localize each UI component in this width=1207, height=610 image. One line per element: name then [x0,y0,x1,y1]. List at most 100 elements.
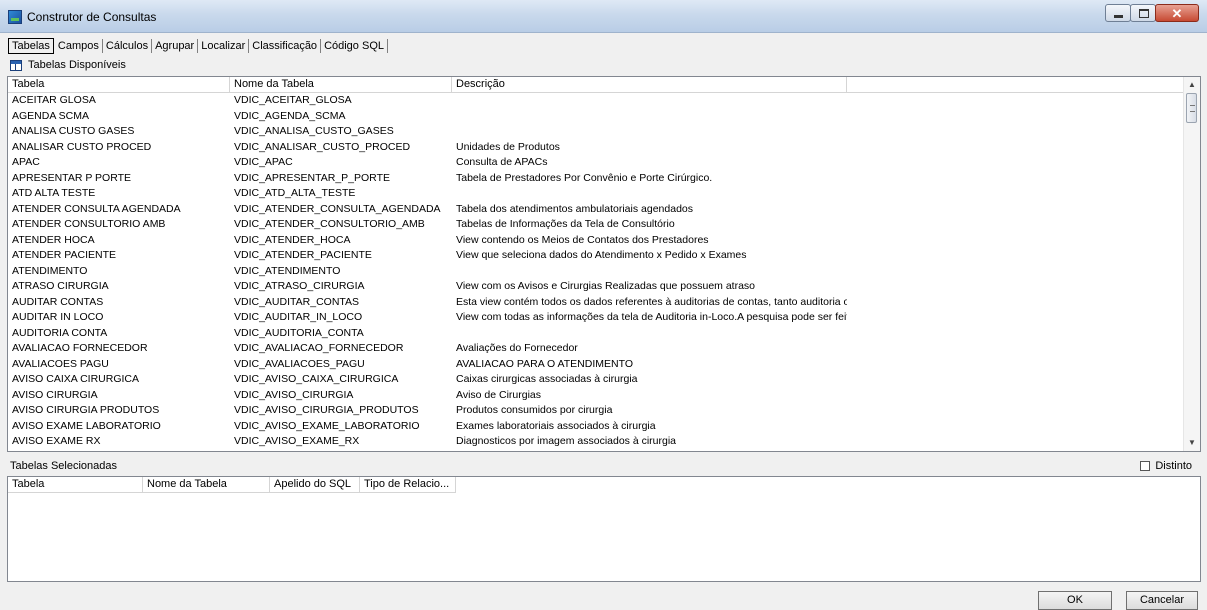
cell-tabela: AVALIACOES PAGU [12,357,109,370]
table-row[interactable]: AGENDA SCMA VDIC_AGENDA_SCMA [8,109,1184,125]
minimize-button[interactable] [1105,4,1131,22]
tab-classificacao[interactable]: Classificação [249,39,322,53]
table-row[interactable]: AVISO CAIXA CIRURGICA VDIC_AVISO_CAIXA_CI… [8,372,1184,388]
table-row[interactable]: AVISO EXAME RX VDIC_AVISO_EXAME_RX Diagnos… [8,434,1184,450]
table-row[interactable]: AVISO CIRURGIA VDIC_AVISO_CIRURGIA Aviso d… [8,388,1184,404]
cell-tabela: AUDITORIA CONTA [12,326,108,339]
cell-descricao [452,186,847,202]
table-row[interactable]: AVISO CIRURGIA PRODUTOS VDIC_AVISO_CIRURG… [8,403,1184,419]
cell-nome-da-tabela: VDIC_AUDITORIA_CONTA [234,326,364,339]
table-grid-icon [10,59,22,71]
cell-descricao: Produtos consumidos por cirurgia [456,404,613,416]
tab-campos[interactable]: Campos [55,39,103,53]
distinct-option[interactable]: Distinto [1140,460,1192,472]
table-row[interactable]: AVALIACOES PAGU VDIC_AVALIACOES_PAGU AVALI… [8,357,1184,373]
table-row[interactable]: APRESENTAR P PORTE VDIC_APRESENTAR_P_PORT… [8,171,1184,187]
cell-tabela: AVISO EXAME LABORATORIO [12,419,161,432]
column-header-tipo-relacionamento[interactable]: Tipo de Relacio... [360,477,456,492]
cell-descricao: Caixas cirurgicas associadas à cirurgia [456,373,638,385]
table-row[interactable]: AVISO EXAME LABORATORIO VDIC_AVISO_EXAME_… [8,419,1184,435]
cell-descricao [452,326,847,342]
cell-nome-da-tabela: VDIC_AUDITAR_CONTAS [234,295,360,308]
cell-descricao: Tabela de Prestadores Por Convênio e Por… [456,171,713,184]
cell-descricao: Tabelas de Informações da Tela de Consul… [456,218,675,230]
window-title: Construtor de Consultas [27,10,157,24]
cell-nome-da-tabela: VDIC_AVISO_EXAME_LABORATORIO [234,419,420,432]
table-row[interactable]: ATRASO CIRURGIA VDIC_ATRASO_CIRURGIA View … [8,279,1184,295]
table-row[interactable]: ATENDER CONSULTORIO AMB VDIC_ATENDER_CONS… [8,217,1184,233]
cell-descricao [452,450,847,452]
cell-descricao: Avaliações do Fornecedor [456,342,578,354]
table-row[interactable]: ATENDER CONSULTA AGENDADA VDIC_ATENDER_CO… [8,202,1184,218]
table-row[interactable]: AVALIACAO FORNECEDOR VDIC_AVALIACAO_FORNE… [8,341,1184,357]
cell-tabela: AVISO CIRURGIA [12,388,98,401]
maximize-button[interactable] [1130,4,1156,22]
ok-button[interactable]: OK [1038,591,1112,610]
column-header-tabela[interactable]: Tabela [8,477,143,492]
column-header-descricao[interactable]: Descrição [452,77,847,92]
column-header-tabela[interactable]: Tabela [8,77,230,92]
selected-tables-grid[interactable]: Tabela Nome da Tabela Apelido do SQL Tip… [7,476,1201,582]
cell-nome-da-tabela: VDIC_ATD_ALTA_TESTE [234,187,356,199]
cell-nome-da-tabela: VDIC_AGENDA_SCMA [234,109,346,122]
cell-tabela: AVISO EXAME RX [12,435,101,447]
cell-tabela: AUDITAR CONTAS [12,295,104,308]
cell-nome-da-tabela: VDIC_AVALIACAO_FORNECEDOR [234,342,404,354]
table-row[interactable]: AUDITAR CONTAS VDIC_AUDITAR_CONTAS Esta vi… [8,295,1184,311]
tab-tabelas[interactable]: Tabelas [8,38,54,54]
scroll-down-icon[interactable]: ▼ [1184,435,1200,451]
cell-nome-da-tabela: VDIC_AVISO_CIRURGIA_PRODUTOS [234,404,419,416]
cell-descricao [452,264,847,280]
cell-descricao: AVALIACAO PARA O ATENDIMENTO [456,357,633,370]
close-icon: ✕ [1171,6,1183,21]
table-row[interactable]: ATENDER HOCA VDIC_ATENDER_HOCA View conten… [8,233,1184,249]
cell-descricao: Unidades de Produtos [456,140,560,153]
cell-tabela: BENS DEPRECIACAO [8,450,230,452]
cell-nome-da-tabela: VDIC_AVALIACOES_PAGU [234,357,365,370]
cancel-button[interactable]: Cancelar [1126,591,1198,610]
cell-nome-da-tabela: VDIC_ANALISAR_CUSTO_PROCED [234,140,411,153]
distinct-checkbox[interactable] [1140,461,1151,471]
cell-nome-da-tabela: VDIC_ATENDER_CONSULTA_AGENDADA [234,202,441,215]
cell-descricao [452,109,847,125]
button-bar [0,583,1207,610]
title-bar: Construtor de Consultas ✕ [0,0,1207,33]
tab-agrupar[interactable]: Agrupar [152,39,199,53]
cell-descricao: Esta view contém todos os dados referent… [456,295,847,308]
tab-codigo-sql[interactable]: Código SQL [321,39,388,53]
table-row[interactable]: ANALISA CUSTO GASES VDIC_ANALISA_CUSTO_GA… [8,124,1184,140]
available-tables-header: Tabelas Disponíveis [10,58,126,72]
column-header-nome-da-tabela[interactable]: Nome da Tabela [143,477,270,492]
table-row[interactable]: ATENDER PACIENTE VDIC_ATENDER_PACIENTE Vie… [8,248,1184,264]
distinct-label: Distinto [1155,460,1192,472]
cell-tabela: AVALIACAO FORNECEDOR [12,342,148,354]
column-header-apelido-sql[interactable]: Apelido do SQL [270,477,360,492]
available-tables-grid[interactable]: Tabela Nome da Tabela Descrição ACEITAR … [7,76,1201,452]
table-row[interactable]: ACEITAR GLOSA VDIC_ACEITAR_GLOSA [8,93,1184,109]
close-button[interactable]: ✕ [1155,4,1199,22]
cell-nome-da-tabela: VDIC_APRESENTAR_P_PORTE [234,171,390,184]
cell-descricao: Exames laboratoriais associados à cirurg… [456,419,656,432]
table-row[interactable]: BENS DEPRECIACAOVDIC_BENS_DEPRECIACAO [8,450,1184,452]
cell-nome-da-tabela: VDIC_AVISO_CIRURGIA [234,388,354,401]
selected-tables-label: Tabelas Selecionadas [10,460,118,472]
cell-nome-da-tabela: VDIC_ATENDIMENTO [234,264,341,277]
grid-rows: ACEITAR GLOSA VDIC_ACEITAR_GLOSA AGENDA SC… [8,93,1184,452]
cell-tabela: APAC [12,156,40,168]
cell-tabela: ATENDIMENTO [12,264,88,277]
window-controls: ✕ [1105,4,1199,24]
table-row[interactable]: APAC VDIC_APAC Consulta de APACs [8,155,1184,171]
table-row[interactable]: AUDITAR IN LOCO VDIC_AUDITAR_IN_LOCO View … [8,310,1184,326]
vertical-scrollbar[interactable]: ▲ ▼ [1183,77,1200,451]
column-header-empty [847,77,1184,92]
table-row[interactable]: ATENDIMENTO VDIC_ATENDIMENTO [8,264,1184,280]
column-header-nome-da-tabela[interactable]: Nome da Tabela [230,77,452,92]
tab-calculos[interactable]: Cálculos [103,39,153,53]
scroll-up-icon[interactable]: ▲ [1184,77,1200,93]
table-row[interactable]: ANALISAR CUSTO PROCED VDIC_ANALISAR_CUSTO… [8,140,1184,156]
cell-tabela: AGENDA SCMA [12,109,90,122]
tab-localizar[interactable]: Localizar [198,39,250,53]
table-row[interactable]: AUDITORIA CONTA VDIC_AUDITORIA_CONTA [8,326,1184,342]
scroll-thumb[interactable] [1186,93,1197,123]
table-row[interactable]: ATD ALTA TESTE VDIC_ATD_ALTA_TESTE [8,186,1184,202]
